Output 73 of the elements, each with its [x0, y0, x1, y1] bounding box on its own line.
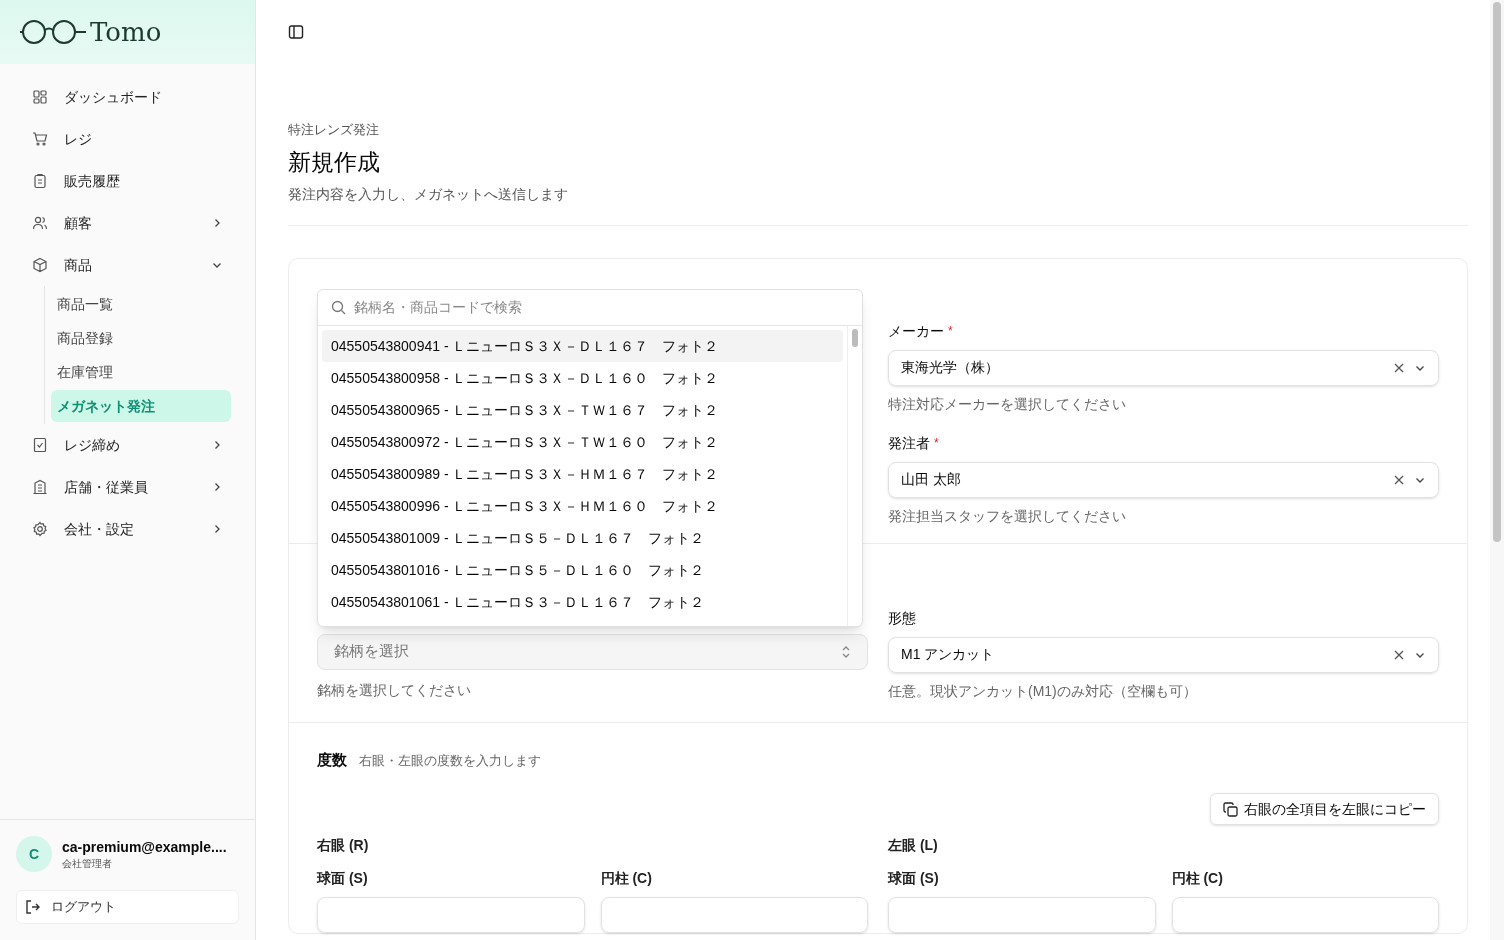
section-title: 度数	[317, 749, 347, 770]
required-mark: *	[934, 435, 939, 452]
required-mark: *	[948, 323, 953, 340]
select-field[interactable]: M1 アンカット	[888, 636, 1439, 673]
clear-icon[interactable]	[1394, 649, 1404, 660]
dropdown-option[interactable]: 04550543801016 - ＬニューロＳ５－ＤＬ１６０ フォト２	[322, 554, 843, 586]
nav-icon	[32, 89, 48, 105]
field-label: 円柱 (C)	[600, 869, 653, 888]
user-avatar: C	[16, 836, 52, 872]
page-title: 新規作成	[288, 147, 381, 177]
sidebar-item[interactable]: ダッシュボード	[16, 76, 239, 118]
eye-label: 右眼 (R)	[317, 836, 370, 855]
sidebar-item[interactable]: 店舗・従業員	[16, 466, 239, 508]
field-label: 球面 (S)	[317, 869, 369, 888]
sidebar-item[interactable]: 顧客	[16, 202, 239, 244]
submenu-item[interactable]: 商品一覧	[51, 288, 239, 320]
dropdown-option[interactable]: 04550543800996 - ＬニューロＳ３Ｘ－ＨＭ１６０ フォト２	[322, 490, 843, 522]
nav-icon	[32, 437, 48, 453]
nav-icon	[32, 215, 48, 231]
copy-button[interactable]: 右眼の全項目を左眼にコピー	[1210, 793, 1439, 825]
help-text: 任意。現状アンカット(M1)のみ対応（空欄も可）	[888, 681, 1198, 701]
dropdown-option[interactable]: 04550543800958 - ＬニューロＳ３Ｘ－ＤＬ１６０ フォト２	[322, 362, 843, 394]
dropdown-option[interactable]: 04550543801009 - ＬニューロＳ５－ＤＬ１６７ フォト２	[322, 522, 843, 554]
nav-icon	[32, 173, 48, 189]
field-label: 形態	[888, 608, 916, 628]
select-field[interactable]: 東海光学（株）	[888, 349, 1439, 386]
brand-select[interactable]: 銘柄を選択	[317, 633, 868, 670]
logout-button[interactable]: ログアウト	[16, 890, 239, 924]
submenu-item[interactable]: 商品登録	[51, 322, 239, 354]
nav-icon	[32, 521, 48, 537]
dropdown-option[interactable]: 04550543800972 - ＬニューロＳ３Ｘ－ＴＷ１６０ フォト２	[322, 426, 843, 458]
help-text: 特注対応メーカーを選択してください	[888, 394, 1127, 414]
section-subtitle: 右眼・左眼の度数を入力します	[359, 751, 541, 770]
field-label: メーカー	[888, 321, 944, 341]
page-subtitle: 発注内容を入力し、メガネットへ送信します	[288, 184, 569, 204]
field-label: 球面 (S)	[888, 869, 940, 888]
brand-name: Tomo	[90, 19, 162, 45]
nav-icon	[32, 479, 48, 495]
sidebar-toggle-icon[interactable]	[288, 24, 304, 40]
glasses-icon	[20, 20, 86, 44]
sort-icon	[841, 644, 851, 659]
dropdown-option[interactable]: 04550543801061 - ＬニューロＳ３－ＤＬ１６７ フォト２	[322, 586, 843, 618]
eye-label: 左眼 (L)	[888, 836, 939, 855]
user-email: ca-premium@example....	[62, 837, 227, 856]
clear-icon[interactable]	[1394, 474, 1404, 485]
logout-icon	[25, 899, 41, 915]
field-label: 円柱 (C)	[1171, 869, 1224, 888]
field-label: 発注者	[888, 433, 930, 453]
nav-icon	[32, 131, 48, 147]
dropdown-option[interactable]: 04550543800941 - ＬニューロＳ３Ｘ－ＤＬ１６７ フォト２	[322, 330, 843, 362]
help-text: 発注担当スタッフを選択してください	[888, 506, 1127, 526]
select-field[interactable]: 山田 太郎	[888, 461, 1439, 498]
nav-icon	[32, 257, 48, 273]
input-field[interactable]	[1171, 897, 1439, 933]
sidebar-item[interactable]: レジ締め	[16, 424, 239, 466]
page-scrollbar[interactable]	[1490, 0, 1504, 940]
sidebar-item[interactable]: 会社・設定	[16, 508, 239, 550]
input-field[interactable]	[317, 897, 585, 933]
breadcrumb: 特注レンズ発注	[288, 121, 380, 139]
sidebar-item[interactable]: 商品	[16, 244, 239, 286]
copy-icon	[1223, 801, 1238, 817]
sidebar-item[interactable]: レジ	[16, 118, 239, 160]
sidebar-item[interactable]: 販売履歴	[16, 160, 239, 202]
search-icon	[331, 300, 346, 315]
user-role: 会社管理者	[62, 856, 113, 871]
dropdown-option[interactable]: 04550543800965 - ＬニューロＳ３Ｘ－ＴＷ１６７ フォト２	[322, 394, 843, 426]
help-text: 銘柄を選択してください	[317, 680, 472, 700]
dropdown-option[interactable]: 04550543800989 - ＬニューロＳ３Ｘ－ＨＭ１６７ フォト２	[322, 458, 843, 490]
input-field[interactable]	[600, 897, 868, 933]
search-field[interactable]: 銘柄名・商品コードで検索	[354, 297, 849, 318]
submenu-item[interactable]: 在庫管理	[51, 356, 239, 388]
input-field[interactable]	[888, 897, 1156, 933]
clear-icon[interactable]	[1394, 362, 1404, 373]
